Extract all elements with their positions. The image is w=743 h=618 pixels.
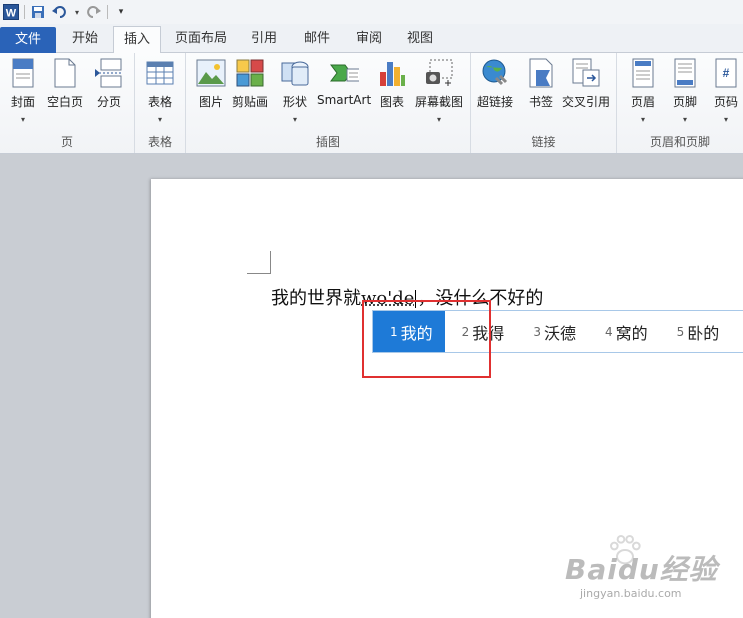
watermark-brand: Baidu经验: [565, 553, 718, 586]
page-number-icon: #: [711, 57, 741, 89]
chevron-down-icon: ▾: [640, 115, 645, 124]
chevron-down-icon: ▾: [20, 115, 25, 124]
page-break-icon: [94, 57, 124, 89]
screenshot-button[interactable]: 屏幕截图 ▾: [415, 57, 463, 124]
group-tables: 表格 ▾ 表格: [135, 53, 186, 153]
tab-insert[interactable]: 插入: [113, 26, 161, 54]
group-illustrations: 图片 剪贴画 形状 ▾ SmartArt 图表 屏幕截图 ▾ 插图: [186, 53, 471, 153]
picture-icon: [196, 57, 226, 89]
group-label: 页眉和页脚: [649, 135, 710, 149]
blank-page-icon: [50, 57, 80, 89]
ribbon-insert: 封面 ▾ 空白页 分页 页 表格 ▾ 表格 图片 剪贴画 形状 ▾ SmartA…: [0, 53, 743, 154]
smartart-button[interactable]: SmartArt: [317, 57, 371, 107]
ribbon-tabs: 文件 开始 插入 页面布局 引用 邮件 审阅 视图: [0, 24, 743, 54]
chevron-down-icon: ▾: [292, 115, 297, 124]
cover-page-icon: [8, 57, 38, 89]
cross-reference-icon: [571, 57, 601, 89]
chart-icon: [377, 57, 407, 89]
group-label: 链接: [531, 135, 556, 149]
bookmark-button[interactable]: 书签: [526, 57, 556, 110]
svg-text:#: #: [723, 66, 730, 80]
svg-text:W: W: [6, 8, 17, 20]
chevron-down-icon[interactable]: ▾: [73, 3, 81, 21]
blank-page-button[interactable]: 空白页: [47, 57, 83, 110]
hyperlink-button[interactable]: 超链接: [477, 57, 513, 110]
word-window: W ▾ ▾ 文件 开始 插入 页面布局 引用 邮件 审阅 视图 封面 ▾ 空白页…: [0, 0, 743, 618]
page-break-button[interactable]: 分页: [94, 57, 124, 110]
clip-art-button[interactable]: 剪贴画: [232, 57, 268, 110]
separator: [24, 5, 25, 19]
smartart-icon: [329, 57, 360, 89]
chevron-down-icon: ▾: [157, 115, 162, 124]
margin-corner-mark: [247, 251, 271, 274]
tab-home[interactable]: 开始: [58, 26, 112, 53]
footer-icon: [670, 57, 700, 89]
ime-candidate-5[interactable]: 5 卧的: [660, 311, 732, 352]
chevron-down-icon: ▾: [723, 115, 728, 124]
table-button[interactable]: 表格 ▾: [145, 57, 175, 124]
tab-file[interactable]: 文件: [0, 27, 56, 53]
text-before-composition: 我的世界就: [271, 288, 361, 309]
hyperlink-icon: [480, 57, 510, 89]
clip-art-icon: [235, 57, 265, 89]
quick-access-toolbar: W ▾ ▾: [0, 0, 743, 24]
footer-button[interactable]: 页脚 ▾: [670, 57, 700, 124]
chevron-down-icon: ▾: [437, 115, 442, 124]
group-pages: 封面 ▾ 空白页 分页 页: [0, 53, 135, 153]
tab-mailings[interactable]: 邮件: [294, 26, 340, 53]
cross-reference-button[interactable]: 交叉引用: [562, 57, 610, 110]
word-app-icon[interactable]: W: [2, 3, 20, 21]
group-header-footer: 页眉 ▾ 页脚 ▾ # 页码 ▾ 页眉和页脚: [617, 53, 743, 153]
chart-button[interactable]: 图表: [377, 57, 407, 110]
bookmark-icon: [526, 57, 556, 89]
redo-icon[interactable]: [85, 3, 103, 21]
undo-icon[interactable]: [51, 3, 69, 21]
screenshot-icon: [424, 57, 454, 89]
shapes-icon: [280, 57, 310, 89]
separator: [107, 5, 108, 19]
tab-references[interactable]: 引用: [241, 26, 287, 53]
ime-candidate-3[interactable]: 3 沃德: [516, 311, 588, 352]
picture-button[interactable]: 图片: [196, 57, 226, 110]
save-icon[interactable]: [29, 3, 47, 21]
chevron-down-icon: ▾: [682, 115, 687, 124]
group-links: 超链接 书签 交叉引用 链接: [471, 53, 617, 153]
shapes-button[interactable]: 形状 ▾: [280, 57, 310, 124]
group-label: 插图: [315, 135, 340, 149]
watermark-url: jingyan.baidu.com: [580, 587, 682, 600]
table-icon: [145, 57, 175, 89]
group-label: 表格: [147, 135, 172, 149]
tab-view[interactable]: 视图: [397, 26, 443, 53]
header-button[interactable]: 页眉 ▾: [628, 57, 658, 124]
page-number-button[interactable]: # 页码 ▾: [711, 57, 741, 124]
group-label: 页: [60, 135, 73, 149]
tab-review[interactable]: 审阅: [346, 26, 392, 53]
annotation-highlight-box: [362, 300, 491, 378]
ime-candidate-4[interactable]: 4 窝的: [588, 311, 660, 352]
tab-page-layout[interactable]: 页面布局: [166, 26, 236, 53]
cover-page-button[interactable]: 封面 ▾: [8, 57, 38, 124]
header-icon: [628, 57, 658, 89]
customize-toolbar-icon[interactable]: ▾: [112, 3, 130, 21]
